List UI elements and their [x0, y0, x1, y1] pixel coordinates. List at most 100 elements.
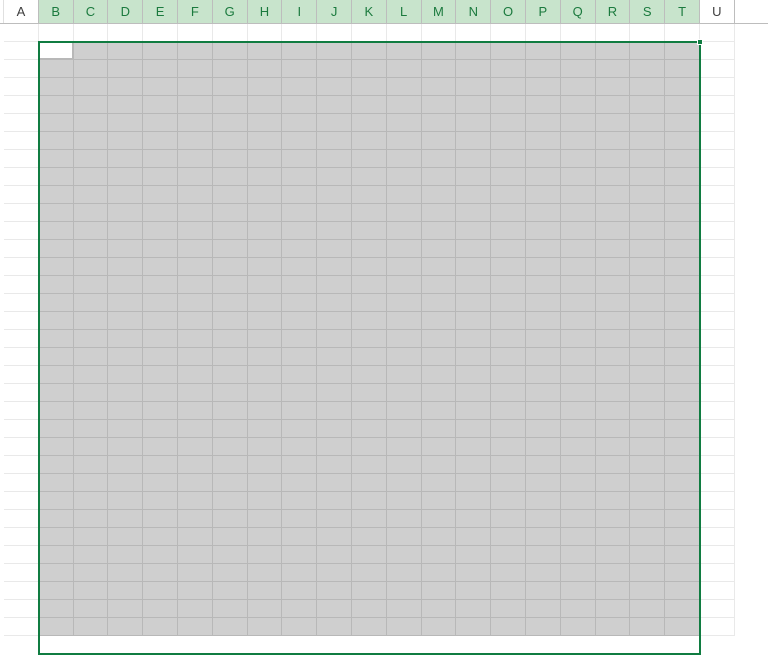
- cell[interactable]: [422, 96, 457, 114]
- cell[interactable]: [422, 348, 457, 366]
- cell[interactable]: [74, 402, 109, 420]
- cell[interactable]: [456, 402, 491, 420]
- cell[interactable]: [387, 420, 422, 438]
- cell[interactable]: [561, 168, 596, 186]
- cell[interactable]: [665, 348, 700, 366]
- cell[interactable]: [352, 438, 387, 456]
- cell[interactable]: [108, 114, 143, 132]
- cell[interactable]: [456, 348, 491, 366]
- cell[interactable]: [352, 528, 387, 546]
- cell[interactable]: [143, 420, 178, 438]
- cell[interactable]: [491, 474, 526, 492]
- cell[interactable]: [143, 132, 178, 150]
- cell[interactable]: [4, 204, 39, 222]
- cell[interactable]: [561, 600, 596, 618]
- cell[interactable]: [665, 312, 700, 330]
- cell[interactable]: [39, 474, 74, 492]
- cell[interactable]: [456, 492, 491, 510]
- cell[interactable]: [108, 186, 143, 204]
- cell[interactable]: [74, 564, 109, 582]
- cell[interactable]: [74, 78, 109, 96]
- cell[interactable]: [108, 348, 143, 366]
- cell[interactable]: [491, 384, 526, 402]
- cell[interactable]: [39, 348, 74, 366]
- cell[interactable]: [317, 510, 352, 528]
- cell[interactable]: [491, 240, 526, 258]
- cell[interactable]: [178, 240, 213, 258]
- cell[interactable]: [352, 384, 387, 402]
- cell[interactable]: [561, 114, 596, 132]
- cell[interactable]: [352, 366, 387, 384]
- cell[interactable]: [700, 510, 735, 528]
- cell[interactable]: [491, 42, 526, 60]
- cell[interactable]: [387, 438, 422, 456]
- cell[interactable]: [178, 528, 213, 546]
- cell[interactable]: [596, 132, 631, 150]
- cell[interactable]: [700, 618, 735, 636]
- cell[interactable]: [213, 420, 248, 438]
- cell[interactable]: [74, 420, 109, 438]
- cell[interactable]: [491, 186, 526, 204]
- cell[interactable]: [596, 204, 631, 222]
- cell[interactable]: [74, 240, 109, 258]
- cell[interactable]: [630, 78, 665, 96]
- cell[interactable]: [108, 582, 143, 600]
- cell[interactable]: [282, 474, 317, 492]
- cell[interactable]: [282, 564, 317, 582]
- cell[interactable]: [665, 420, 700, 438]
- cell[interactable]: [630, 42, 665, 60]
- cell[interactable]: [39, 546, 74, 564]
- cell[interactable]: [491, 564, 526, 582]
- cell[interactable]: [387, 618, 422, 636]
- cell[interactable]: [39, 564, 74, 582]
- cell[interactable]: [282, 330, 317, 348]
- cell[interactable]: [596, 600, 631, 618]
- cell[interactable]: [4, 618, 39, 636]
- cell[interactable]: [178, 96, 213, 114]
- cell[interactable]: [596, 546, 631, 564]
- cell[interactable]: [178, 546, 213, 564]
- cell[interactable]: [39, 528, 74, 546]
- cell[interactable]: [700, 114, 735, 132]
- cell[interactable]: [4, 348, 39, 366]
- cell[interactable]: [213, 240, 248, 258]
- cell[interactable]: [248, 384, 283, 402]
- cell[interactable]: [422, 24, 457, 42]
- cell[interactable]: [39, 402, 74, 420]
- cell[interactable]: [108, 492, 143, 510]
- cell[interactable]: [561, 546, 596, 564]
- cell[interactable]: [387, 42, 422, 60]
- cell[interactable]: [456, 96, 491, 114]
- cell[interactable]: [143, 582, 178, 600]
- cell[interactable]: [317, 42, 352, 60]
- cell[interactable]: [317, 168, 352, 186]
- cell[interactable]: [422, 132, 457, 150]
- cell[interactable]: [596, 492, 631, 510]
- cell[interactable]: [74, 528, 109, 546]
- cell[interactable]: [4, 222, 39, 240]
- cell[interactable]: [456, 114, 491, 132]
- cell[interactable]: [700, 132, 735, 150]
- cell[interactable]: [178, 582, 213, 600]
- cell[interactable]: [596, 42, 631, 60]
- cell[interactable]: [456, 24, 491, 42]
- cell[interactable]: [74, 492, 109, 510]
- cell[interactable]: [352, 456, 387, 474]
- cell[interactable]: [526, 96, 561, 114]
- cell[interactable]: [213, 456, 248, 474]
- cell[interactable]: [108, 240, 143, 258]
- cell[interactable]: [630, 474, 665, 492]
- cell[interactable]: [4, 438, 39, 456]
- cell[interactable]: [630, 150, 665, 168]
- column-header-f[interactable]: F: [178, 0, 213, 23]
- column-header-d[interactable]: D: [108, 0, 143, 23]
- cell[interactable]: [317, 618, 352, 636]
- cell[interactable]: [630, 186, 665, 204]
- cell[interactable]: [561, 528, 596, 546]
- cell[interactable]: [491, 510, 526, 528]
- cell[interactable]: [456, 528, 491, 546]
- cell[interactable]: [526, 348, 561, 366]
- cell[interactable]: [282, 240, 317, 258]
- cell[interactable]: [665, 114, 700, 132]
- cell[interactable]: [491, 348, 526, 366]
